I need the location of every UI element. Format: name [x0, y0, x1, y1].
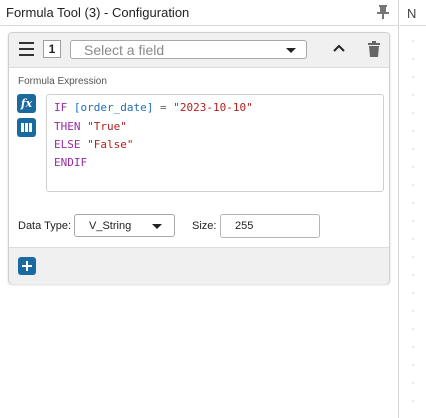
formula-card-footer [9, 247, 389, 284]
canvas-tab-label: N [407, 6, 417, 21]
chevron-down-icon [152, 224, 162, 229]
panel-title: Formula Tool (3) - Configuration [6, 5, 190, 20]
output-field-select[interactable]: Select a field [70, 40, 307, 59]
formula-card-header: 1 Select a field [9, 33, 389, 68]
size-input[interactable] [220, 214, 320, 238]
code-line: ELSE "False" [54, 138, 134, 151]
columns-icon[interactable] [17, 118, 36, 137]
code-line: ENDIF [54, 156, 88, 169]
field-select-placeholder: Select a field [84, 42, 165, 58]
code-line: IF [order_date] = "2023-10-10" [54, 101, 253, 114]
menu-icon[interactable] [19, 42, 35, 56]
expression-label: Formula Expression [18, 76, 107, 87]
pin-icon[interactable] [376, 4, 390, 20]
canvas-tab[interactable]: N [400, 0, 426, 26]
data-type-select[interactable]: V_String [74, 214, 175, 237]
formula-expression-editor[interactable]: IF [order_date] = "2023-10-10" THEN "Tru… [46, 94, 384, 192]
configuration-panel: Formula Tool (3) - Configuration 1 Selec… [0, 0, 399, 418]
panel-titlebar: Formula Tool (3) - Configuration [0, 0, 398, 26]
formula-index: 1 [43, 40, 61, 58]
size-label: Size: [192, 220, 217, 232]
formula-card: 1 Select a field Formula Expression fx I… [8, 32, 390, 284]
canvas-pane: N [400, 0, 426, 418]
chevron-up-icon[interactable] [332, 43, 346, 53]
add-formula-button[interactable] [18, 257, 36, 275]
function-icon[interactable]: fx [17, 94, 36, 113]
canvas-grid[interactable] [400, 26, 426, 418]
plus-icon [22, 261, 32, 271]
data-type-label: Data Type: [18, 220, 71, 232]
chevron-down-icon [286, 48, 296, 53]
trash-icon[interactable] [367, 41, 381, 57]
code-line: THEN "True" [54, 120, 127, 133]
data-type-value: V_String [89, 220, 132, 232]
